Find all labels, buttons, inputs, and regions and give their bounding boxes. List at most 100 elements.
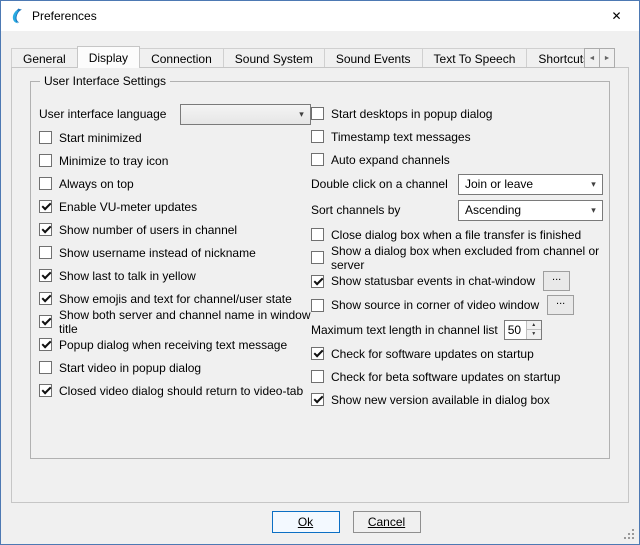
tab-sound-system[interactable]: Sound System (223, 48, 325, 68)
tab-label: Shortcuts (538, 52, 589, 66)
checkbox-box (311, 251, 324, 264)
max-text-length-row: Maximum text length in channel list 50 ▲… (311, 317, 603, 342)
ok-button[interactable]: Ok (272, 511, 340, 533)
tab-text-to-speech[interactable]: Text To Speech (422, 48, 528, 68)
spinner-up-icon[interactable]: ▲ (527, 321, 541, 331)
checkbox-server-channel-in-title[interactable]: Show both server and channel name in win… (39, 308, 311, 336)
checkbox-box (39, 200, 52, 213)
spinner-down-icon[interactable]: ▼ (527, 330, 541, 339)
statusbar-events-more-button[interactable]: ... (543, 271, 570, 291)
user-interface-settings-group: User Interface Settings User interface l… (30, 81, 610, 459)
checkbox-label: Check for beta software updates on start… (331, 370, 560, 384)
checkbox-last-to-talk-yellow[interactable]: Show last to talk in yellow (39, 269, 196, 283)
chevron-down-icon: ▾ (585, 179, 602, 190)
checkbox-closed-video-return-tab[interactable]: Closed video dialog should return to vid… (39, 384, 303, 398)
checkbox-video-source-corner[interactable]: Show source in corner of video window (311, 298, 539, 312)
checkbox-label: Show a dialog box when excluded from cha… (331, 244, 603, 272)
language-label: User interface language (39, 107, 166, 121)
checkbox-timestamp-messages[interactable]: Timestamp text messages (311, 130, 471, 144)
group-title: User Interface Settings (40, 74, 170, 88)
checkbox-new-version-dialog[interactable]: Show new version available in dialog box (311, 393, 550, 407)
cancel-button[interactable]: Cancel (353, 511, 421, 533)
tab-label: Text To Speech (434, 52, 516, 66)
checkbox-box (311, 107, 324, 120)
checkbox-show-user-count[interactable]: Show number of users in channel (39, 223, 237, 237)
checkbox-emojis-and-text[interactable]: Show emojis and text for channel/user st… (39, 292, 292, 306)
checkbox-box (311, 370, 324, 383)
max-text-length-spinner[interactable]: 50 ▲ ▼ (504, 320, 542, 340)
checkbox-check-beta-updates[interactable]: Check for beta software updates on start… (311, 370, 560, 384)
checkbox-statusbar-events[interactable]: Show statusbar events in chat-window (311, 274, 535, 288)
checkbox-box (39, 338, 52, 351)
tab-bar: General Display Connection Sound System … (11, 46, 629, 68)
close-button[interactable]: ✕ (594, 1, 639, 31)
checkbox-vu-meter-updates[interactable]: Enable VU-meter updates (39, 200, 197, 214)
checkbox-always-on-top[interactable]: Always on top (39, 177, 134, 191)
ellipsis-icon: ... (552, 272, 561, 283)
tab-general[interactable]: General (11, 48, 78, 68)
checkbox-auto-expand-channels[interactable]: Auto expand channels (311, 153, 450, 167)
sort-channels-row: Sort channels by Ascending ▾ (311, 197, 603, 223)
tab-label: Sound System (235, 52, 313, 66)
checkbox-box (39, 154, 52, 167)
language-combobox[interactable]: ▾ (180, 104, 311, 125)
checkbox-box (39, 223, 52, 236)
checkbox-username-instead-nickname[interactable]: Show username instead of nickname (39, 246, 256, 260)
checkbox-label: Show both server and channel name in win… (59, 308, 311, 336)
checkbox-label: Show number of users in channel (59, 223, 237, 237)
preferences-dialog: { "window": { "title": "Preferences", "c… (0, 0, 640, 545)
checkbox-check-updates-startup[interactable]: Check for software updates on startup (311, 347, 534, 361)
checkbox-label: Start video in popup dialog (59, 361, 201, 375)
checkbox-close-on-transfer-finish[interactable]: Close dialog box when a file transfer is… (311, 228, 581, 242)
statusbar-events-row: Show statusbar events in chat-window ... (311, 269, 603, 293)
tab-label: Display (89, 51, 128, 65)
tab-scroll-buttons: ◄ ► (585, 48, 615, 68)
checkbox-label: Show last to talk in yellow (59, 269, 196, 283)
checkbox-label: Show emojis and text for channel/user st… (59, 292, 292, 306)
checkbox-label: Closed video dialog should return to vid… (59, 384, 303, 398)
checkbox-label: Start minimized (59, 131, 142, 145)
checkbox-label: Popup dialog when receiving text message (59, 338, 287, 352)
tab-sound-events[interactable]: Sound Events (324, 48, 423, 68)
checkbox-label: Enable VU-meter updates (59, 200, 197, 214)
tab-connection[interactable]: Connection (139, 48, 224, 68)
checkbox-label: Check for software updates on startup (331, 347, 534, 361)
dialog-footer: Ok Cancel (1, 511, 639, 533)
checkbox-minimize-to-tray[interactable]: Minimize to tray icon (39, 154, 168, 168)
double-click-combobox[interactable]: Join or leave ▾ (458, 174, 603, 195)
checkbox-label: Always on top (59, 177, 134, 191)
resize-grip[interactable] (624, 529, 636, 541)
combobox-value: Ascending (465, 203, 521, 217)
checkbox-box (311, 275, 324, 288)
tab-scroll-left-icon[interactable]: ◄ (584, 48, 600, 68)
checkbox-dialog-when-excluded[interactable]: Show a dialog box when excluded from cha… (311, 244, 603, 272)
title-bar: Preferences ✕ (1, 1, 639, 31)
checkbox-box (311, 347, 324, 360)
tab-display[interactable]: Display (77, 46, 140, 68)
checkbox-box (39, 246, 52, 259)
checkbox-popup-on-text-message[interactable]: Popup dialog when receiving text message (39, 338, 287, 352)
checkbox-desktops-popup-dialog[interactable]: Start desktops in popup dialog (311, 107, 492, 121)
sort-channels-label: Sort channels by (311, 203, 400, 217)
language-row: User interface language ▾ (39, 102, 311, 126)
video-source-more-button[interactable]: ... (547, 295, 574, 315)
display-tab-pane: User Interface Settings User interface l… (11, 67, 629, 503)
checkbox-box (39, 292, 52, 305)
cancel-button-label: Cancel (368, 515, 405, 529)
sort-channels-combobox[interactable]: Ascending ▾ (458, 200, 603, 221)
tab-label: General (23, 52, 66, 66)
spinner-value: 50 (505, 321, 526, 339)
checkbox-label: Start desktops in popup dialog (331, 107, 492, 121)
tab-scroll-right-icon[interactable]: ► (599, 48, 615, 68)
checkbox-box (39, 269, 52, 282)
checkbox-box (39, 177, 52, 190)
checkbox-box (311, 153, 324, 166)
checkbox-box (39, 361, 52, 374)
app-logo-icon (9, 8, 25, 24)
checkbox-start-minimized[interactable]: Start minimized (39, 131, 142, 145)
checkbox-label: Auto expand channels (331, 153, 450, 167)
checkbox-label: Show source in corner of video window (331, 298, 539, 312)
checkbox-video-popup-dialog[interactable]: Start video in popup dialog (39, 361, 201, 375)
checkbox-box (39, 384, 52, 397)
ok-button-label: Ok (298, 515, 313, 529)
